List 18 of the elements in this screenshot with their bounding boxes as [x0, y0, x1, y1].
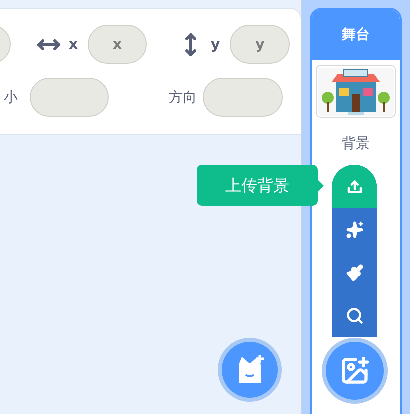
upload-icon: [346, 178, 364, 196]
image-plus-icon: [340, 356, 370, 386]
x-label: x: [69, 36, 78, 54]
direction-input-field[interactable]: [203, 78, 283, 117]
stage-title: 舞台: [342, 26, 370, 45]
tooltip-text: 上传背景: [226, 174, 290, 196]
add-backdrop-button[interactable]: [326, 342, 384, 400]
search-icon: [346, 306, 364, 324]
size-input-field[interactable]: [30, 78, 109, 117]
direction-label: 方向: [169, 88, 197, 108]
backdrop-label: 背景: [342, 135, 370, 154]
sparkles-icon: [346, 220, 364, 238]
size-label: 小: [4, 88, 18, 108]
add-sprite-button[interactable]: [222, 342, 278, 398]
x-input-field[interactable]: x: [88, 25, 148, 64]
paintbrush-icon: [346, 264, 364, 282]
y-label: y: [211, 36, 220, 54]
y-input-field[interactable]: y: [230, 25, 290, 64]
